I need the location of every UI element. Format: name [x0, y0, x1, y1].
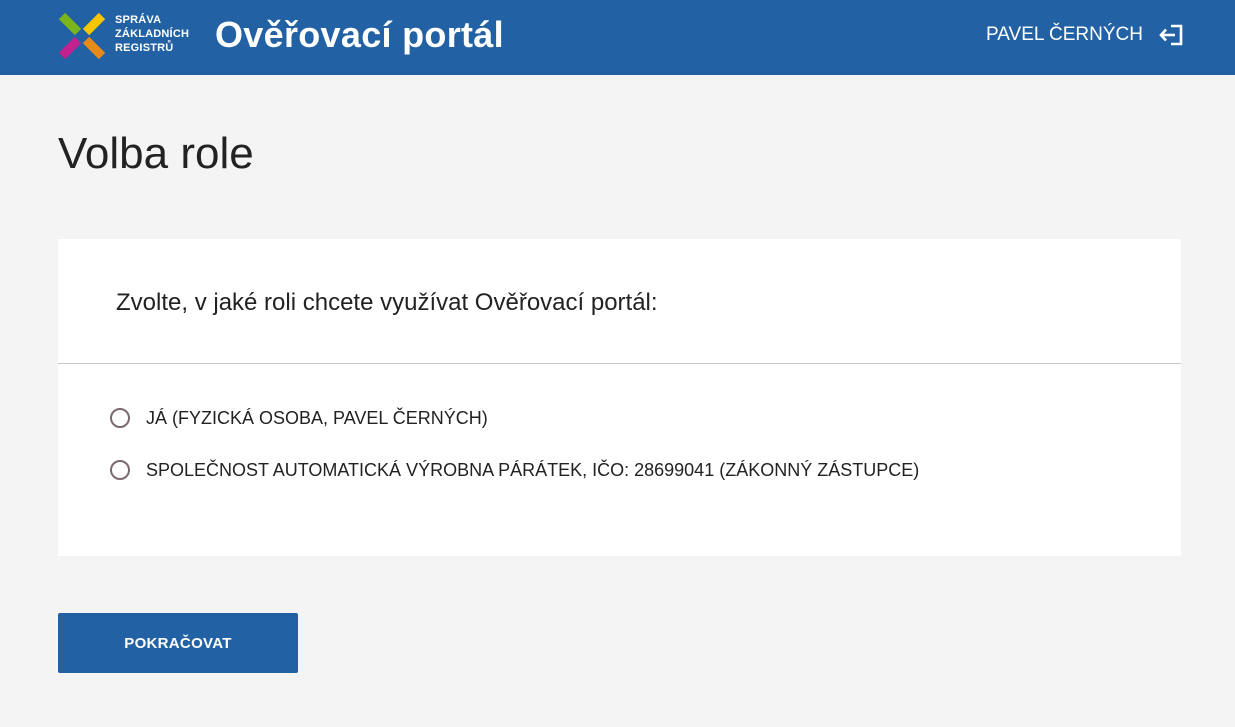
role-option-self[interactable]: JÁ (FYZICKÁ OSOBA, PAVEL ČERNÝCH) — [110, 405, 488, 431]
continue-button[interactable]: POKRAČOVAT — [58, 613, 298, 673]
logo-line: ZÁKLADNÍCH — [115, 28, 190, 40]
role-option-label: SPOLEČNOST AUTOMATICKÁ VÝROBNA PÁRÁTEK, … — [146, 460, 920, 480]
user-name[interactable]: PAVEL ČERNÝCH — [986, 23, 1143, 47]
role-option-company[interactable]: SPOLEČNOST AUTOMATICKÁ VÝROBNA PÁRÁTEK, … — [110, 457, 919, 483]
radio-button[interactable] — [110, 460, 130, 480]
szr-logo-icon — [58, 12, 106, 60]
role-option-label: JÁ (FYZICKÁ OSOBA, PAVEL ČERNÝCH) — [146, 408, 488, 428]
top-header: SPRÁVA ZÁKLADNÍCH REGISTRŮ Ověřovací por… — [0, 0, 1235, 75]
divider — [58, 363, 1181, 364]
app-title: Ověřovací portál — [215, 14, 504, 55]
page-title: Volba role — [58, 129, 254, 178]
logo-text: SPRÁVA ZÁKLADNÍCH REGISTRŮ — [115, 13, 189, 55]
role-selection-card: Zvolte, v jaké roli chcete využívat Ověř… — [58, 239, 1181, 556]
logout-icon[interactable] — [1159, 24, 1183, 46]
logo-line: SPRÁVA — [115, 14, 162, 26]
role-question: Zvolte, v jaké roli chcete využívat Ověř… — [116, 289, 658, 316]
logo-line: REGISTRŮ — [115, 42, 174, 54]
radio-button[interactable] — [110, 408, 130, 428]
